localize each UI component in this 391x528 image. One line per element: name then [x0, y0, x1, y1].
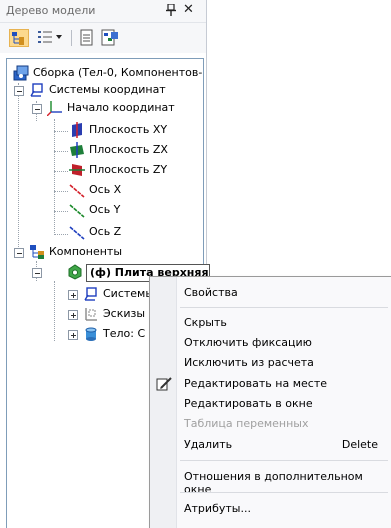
plane-xy-icon: [72, 122, 82, 138]
menu-item-edit-in-window[interactable]: Редактировать в окне: [150, 394, 390, 414]
tree-item-label: Начало координат: [67, 101, 175, 114]
dropdown-arrow-icon[interactable]: [55, 33, 63, 41]
menu-item-label: Таблица переменных: [184, 417, 309, 430]
menu-item-label: Отключить фиксацию: [184, 336, 312, 349]
panel-titlebar: Дерево модели ✕: [0, 0, 206, 23]
coordinate-system-icon: [84, 287, 97, 301]
components-icon: [30, 245, 44, 259]
menu-separator: [180, 492, 388, 493]
document-icon[interactable]: [80, 29, 94, 47]
collapse-toggle[interactable]: [32, 268, 42, 278]
origin-axes-icon: [47, 101, 62, 116]
menu-item-shortcut: Delete: [341, 438, 378, 451]
assembly-icon: [13, 65, 29, 81]
tree-item-sketches[interactable]: Эскизы: [83, 305, 153, 324]
menu-item-hide[interactable]: Скрыть: [150, 313, 390, 333]
tree-item-label: Сборка (Тел-0, Компонентов-: [33, 66, 203, 79]
menu-item-label: Атрибуты...: [184, 502, 251, 515]
tree-connector: [54, 171, 68, 172]
menu-item-properties[interactable]: Свойства: [150, 283, 390, 303]
tree-item-components[interactable]: Компоненты: [29, 243, 199, 262]
tree-item-axis-y[interactable]: Ось Y: [69, 201, 199, 220]
tree-item-plane-zy[interactable]: Плоскость ZY: [69, 161, 199, 180]
expand-toggle[interactable]: [68, 310, 78, 320]
menu-separator: [180, 460, 388, 461]
tree-item-plane-xy[interactable]: Плоскость XY: [69, 121, 199, 140]
menu-item-label: Удалить: [184, 438, 233, 451]
expand-toggle[interactable]: [68, 330, 78, 340]
tree-connector: [18, 83, 19, 253]
tree-item-label: Системы координат: [49, 83, 166, 96]
expand-toggle[interactable]: [68, 290, 78, 300]
tree-item-label: Ось Z: [89, 225, 122, 238]
menu-item-label: Скрыть: [184, 316, 227, 329]
axis-z-icon: [69, 226, 85, 240]
tree-item-label: Плоскость ZY: [89, 163, 168, 176]
component-part-icon: [68, 264, 82, 280]
tree-item-plane-zx[interactable]: Плоскость ZX: [69, 141, 199, 160]
coordinate-system-icon: [30, 83, 43, 97]
tree-item-sub-coordinate-systems[interactable]: Системы: [83, 285, 155, 304]
axis-y-icon: [69, 204, 85, 218]
menu-item-relations-window[interactable]: Отношения в дополнительном окне: [150, 467, 390, 496]
menu-item-edit-in-place[interactable]: Редактировать на месте: [150, 374, 390, 394]
tree-connector: [54, 281, 55, 341]
tree-connector: [54, 211, 68, 212]
context-menu: Свойства Скрыть Отключить фиксацию Исклю…: [149, 276, 391, 528]
body-cylinder-icon: [85, 327, 97, 341]
tree-connector: [54, 191, 68, 192]
menu-item-label: Редактировать на месте: [184, 377, 327, 390]
tree-item-label: Тело: С: [103, 327, 146, 340]
tree-item-coordinate-systems[interactable]: Системы координат: [29, 81, 199, 100]
menu-item-delete[interactable]: Удалить Delete: [150, 435, 390, 455]
tree-item-label: Ось X: [89, 183, 122, 196]
close-icon[interactable]: ✕: [183, 3, 194, 17]
panel-toolbar: [0, 23, 206, 53]
pin-icon[interactable]: [166, 4, 176, 16]
sketches-icon: [85, 308, 97, 321]
menu-item-variables-table: Таблица переменных: [150, 414, 390, 434]
tree-item-label: Плоскость ZX: [89, 143, 168, 156]
tree-item-label: Системы: [103, 287, 155, 300]
tree-structure-icon[interactable]: [9, 29, 29, 47]
view-mode-icon[interactable]: [37, 29, 53, 47]
tree-item-axis-z[interactable]: Ось Z: [69, 223, 199, 242]
tree-item-label: Ось Y: [89, 203, 121, 216]
axis-x-icon: [69, 184, 85, 198]
tree-connector: [54, 131, 68, 132]
tree-item-origin[interactable]: Начало координат: [47, 99, 202, 118]
collapse-toggle[interactable]: [32, 104, 42, 114]
panel-title: Дерево модели: [6, 4, 96, 17]
menu-item-exclude-from-calculation[interactable]: Исключить из расчета: [150, 353, 390, 373]
collapse-toggle[interactable]: [14, 86, 24, 96]
menu-item-label: Свойства: [184, 286, 238, 299]
menu-item-attributes[interactable]: Атрибуты...: [150, 499, 390, 519]
menu-item-label: Редактировать в окне: [184, 397, 313, 410]
tree-item-axis-x[interactable]: Ось X: [69, 181, 199, 200]
tree-connector: [54, 151, 68, 152]
menu-item-unfix[interactable]: Отключить фиксацию: [150, 333, 390, 353]
collapse-toggle[interactable]: [14, 248, 24, 258]
plane-zx-icon: [70, 142, 84, 158]
menu-item-label: Исключить из расчета: [184, 356, 314, 369]
tree-item-body[interactable]: Тело: С: [83, 325, 153, 344]
toolbar-separator: [71, 30, 72, 46]
edit-in-place-icon: [156, 377, 172, 391]
menu-separator: [180, 307, 388, 308]
tree-item-label: Плоскость XY: [89, 123, 168, 136]
plane-zy-icon: [69, 164, 85, 176]
tree-connector: [54, 234, 68, 235]
tree-item-label: Компоненты: [49, 245, 123, 258]
document-tree-icon[interactable]: [101, 29, 119, 47]
tree-item-label: Эскизы: [103, 307, 146, 320]
tree-connector: [54, 119, 55, 235]
